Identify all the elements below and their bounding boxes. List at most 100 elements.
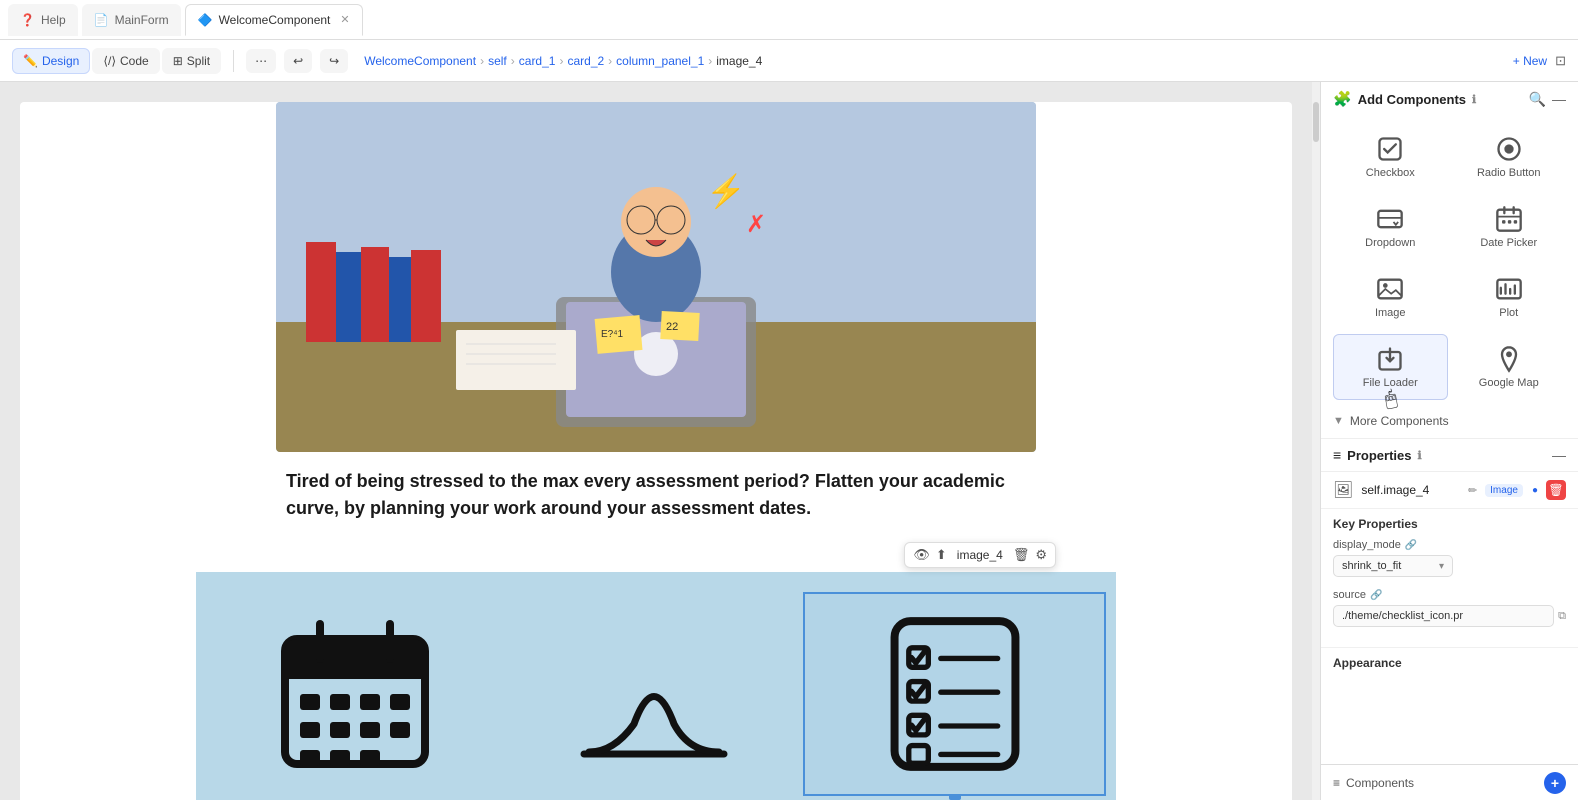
properties-info-icon[interactable]: ℹ [1417,449,1421,462]
vertical-scrollbar[interactable] [1312,82,1320,800]
prop-delete-btn[interactable]: 🗑 [1546,480,1566,500]
prop-component-row: 🖼 self.image_4 ✏ Image ● 🗑 [1321,472,1578,509]
undo-btn[interactable]: ↩ [284,49,312,73]
prop-row-source: source 🔗 ./theme/checklist_icon.pr ⧉ [1333,589,1566,627]
breadcrumb-image4[interactable]: image_4 [716,54,762,68]
bottom-bar-right: + [1544,772,1566,794]
components-list-icon: ≡ [1333,776,1340,790]
more-btn[interactable]: ⋯ [246,49,276,73]
component-item-radio[interactable]: Radio Button [1452,124,1567,190]
layout-toggle-btn[interactable]: ⊡ [1555,53,1566,69]
redo-btn[interactable]: ↪ [320,49,348,73]
component-item-datepicker[interactable]: Date Picker [1452,194,1567,260]
resize-handle[interactable] [949,794,961,800]
breadcrumb-self[interactable]: self [488,54,507,68]
canvas-content: ⚡ ✗ E?⁴1 22 [20,102,1292,800]
prop-type-info-icon[interactable]: ● [1532,485,1538,496]
dropdown-label: Dropdown [1365,237,1415,249]
source-copy-icon[interactable]: ⧉ [1558,610,1566,623]
add-components-header-left: 🧩 Add Components ℹ [1333,90,1476,108]
component-item-plot[interactable]: Plot [1452,264,1567,330]
checklist-icon-cell[interactable] [803,592,1106,796]
tabs-bar: ❓ Help 📄 MainForm 🔷 WelcomeComponent ✕ [0,0,1578,40]
design-btn[interactable]: ✏️ Design [12,48,90,74]
display-mode-link-icon[interactable]: 🔗 [1405,540,1417,551]
googlemap-label: Google Map [1479,377,1539,389]
more-components-btn[interactable]: ▼ More Components [1321,408,1578,438]
mainform-icon: 📄 [94,13,109,27]
component-item-googlemap[interactable]: Google Map [1452,334,1567,400]
breadcrumb: WelcomeComponent › self › card_1 › card_… [364,54,762,68]
new-label: + New [1513,54,1547,68]
new-btn[interactable]: + New [1513,54,1547,68]
image-label: Image [1375,307,1406,319]
component-item-image[interactable]: Image [1333,264,1448,330]
component-item-dropdown[interactable]: Dropdown [1333,194,1448,260]
toolbar-right: + New ⊡ [1513,53,1566,69]
settings-icon[interactable]: ⚙ [1035,547,1047,563]
plot-component-icon [1495,275,1523,303]
source-link-icon[interactable]: 🔗 [1370,590,1382,601]
source-label-text: source [1333,589,1366,601]
delete-icon[interactable]: 🗑 [1013,547,1030,563]
properties-collapse-btn[interactable]: — [1552,447,1566,463]
breadcrumb-card1[interactable]: card_1 [519,54,556,68]
more-icon: ⋯ [255,54,267,68]
add-components-title: Add Components [1358,92,1466,107]
breadcrumb-sep-2: › [511,54,515,68]
add-components-section: 🧩 Add Components ℹ 🔍 — Checkbox [1321,82,1578,439]
breadcrumb-column[interactable]: column_panel_1 [616,54,704,68]
key-properties-title: Key Properties [1333,517,1566,531]
svg-text:E?⁴1: E?⁴1 [601,329,624,340]
components-grid: Checkbox Radio Button [1321,116,1578,408]
radio-component-icon [1495,135,1523,163]
source-input-value[interactable]: ./theme/checklist_icon.pr [1333,605,1554,627]
properties-header: ≡ Properties ℹ — [1321,439,1578,472]
component-name-label: image_4 [953,548,1007,562]
display-mode-dropdown[interactable]: shrink_to_fit ▾ [1333,555,1453,577]
prop-type-badge: Image [1485,484,1523,497]
checkbox-component-icon [1376,135,1404,163]
datepicker-label: Date Picker [1480,237,1537,249]
tab-welcome[interactable]: 🔷 WelcomeComponent ✕ [185,4,363,36]
code-label: Code [120,54,149,68]
code-btn[interactable]: ⟨/⟩ Code [92,48,159,74]
prop-image-icon: 🖼 [1333,480,1353,500]
upload-icon[interactable]: ⬆ [936,547,947,563]
split-btn[interactable]: ⊞ Split [162,48,221,74]
bellcurve-icon-cell[interactable] [505,592,804,796]
tab-close-icon[interactable]: ✕ [340,13,349,26]
breadcrumb-card2[interactable]: card_2 [567,54,604,68]
prop-edit-pencil-icon[interactable]: ✏ [1468,484,1477,497]
source-input-row: ./theme/checklist_icon.pr ⧉ [1333,605,1566,627]
properties-section: ≡ Properties ℹ — 🖼 self.image_4 ✏ Image … [1321,439,1578,764]
tab-help[interactable]: ❓ Help [8,4,78,36]
redo-icon: ↪ [329,54,339,68]
toolbar: ✏️ Design ⟨/⟩ Code ⊞ Split ⋯ ↩ ↪ Welcome… [0,40,1578,82]
display-mode-value: shrink_to_fit ▾ [1333,555,1566,577]
calendar-icon-cell[interactable] [206,592,505,796]
image-component-icon [1376,275,1404,303]
bellcurve-svg [574,614,734,774]
puzzle-icon: 🧩 [1333,90,1352,108]
display-mode-label-text: display_mode [1333,539,1401,551]
tab-mainform[interactable]: 📄 MainForm [82,4,181,36]
add-component-bottom-btn[interactable]: + [1544,772,1566,794]
add-components-search-btn[interactable]: 🔍 [1529,91,1546,108]
tab-welcome-label: WelcomeComponent [219,13,331,27]
hero-text: Tired of being stressed to the max every… [286,468,1026,522]
undo-icon: ↩ [293,54,303,68]
key-properties-section: Key Properties display_mode 🔗 shrink_to_… [1321,509,1578,647]
component-item-fileloader[interactable]: File Loader [1333,334,1448,400]
add-components-collapse-btn[interactable]: — [1552,91,1566,108]
source-label: source 🔗 [1333,589,1566,601]
add-components-info-icon[interactable]: ℹ [1472,93,1476,106]
breadcrumb-sep-1: › [480,54,484,68]
breadcrumb-welcome[interactable]: WelcomeComponent [364,54,476,68]
eye-icon[interactable]: 👁 [913,547,930,563]
view-mode-group: ✏️ Design ⟨/⟩ Code ⊞ Split [12,48,221,74]
toolbar-separator-1 [233,50,234,72]
canvas-area[interactable]: ⚡ ✗ E?⁴1 22 [0,82,1312,800]
component-item-checkbox[interactable]: Checkbox [1333,124,1448,190]
fileloader-label: File Loader [1363,377,1418,389]
